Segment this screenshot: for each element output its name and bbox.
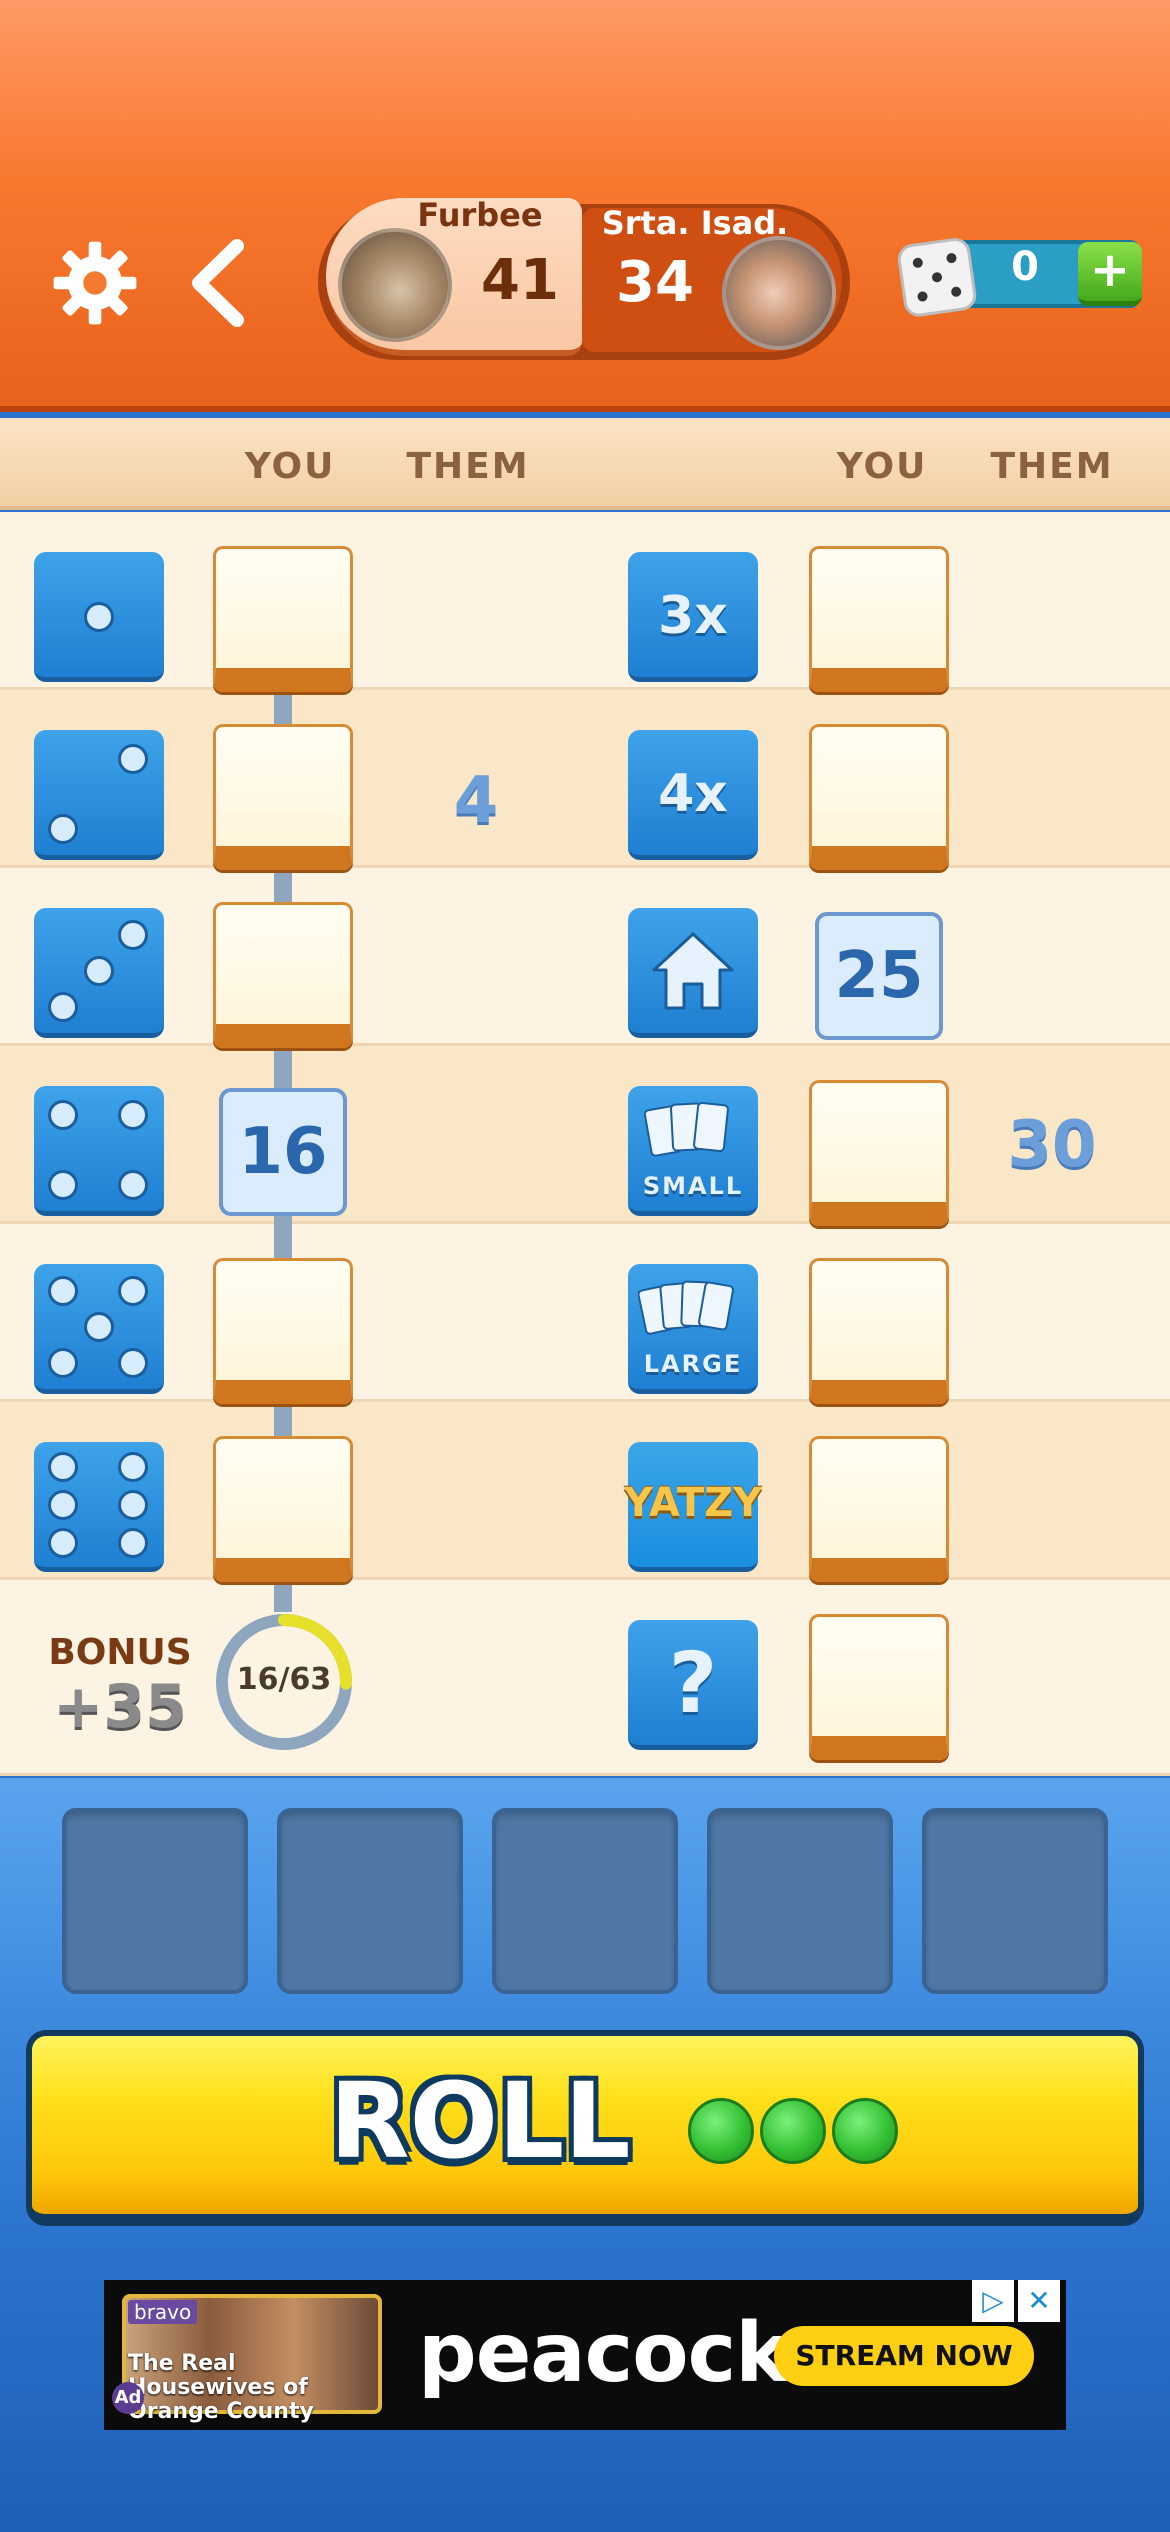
roll-label: ROLL	[329, 2060, 631, 2182]
large-straight-score-slot[interactable]	[809, 1258, 949, 1404]
opponent-score: 34	[616, 250, 694, 315]
col-them-lower: THEM	[990, 446, 1114, 487]
small-straight-opponent-score: 30	[1007, 1108, 1097, 1182]
die-slot[interactable]	[492, 1808, 678, 1994]
ones-category-icon	[34, 552, 164, 682]
roll-remaining-dot	[760, 2098, 826, 2164]
four-of-a-kind-score-slot[interactable]	[809, 724, 949, 870]
ad-cta-button[interactable]: STREAM NOW	[774, 2326, 1034, 2386]
back-chevron-icon[interactable]	[185, 238, 255, 328]
player-score: 41	[481, 248, 559, 313]
chance-score-slot[interactable]	[809, 1614, 949, 1760]
three-of-a-kind-score-slot[interactable]	[809, 546, 949, 692]
player-avatar	[338, 228, 452, 342]
fours-category-icon	[34, 1086, 164, 1216]
opponent-name: Srta. Isad.	[601, 204, 789, 242]
twos-category-icon	[34, 730, 164, 860]
col-you-upper: YOU	[244, 446, 336, 487]
ad-badge: Ad	[112, 2382, 144, 2414]
score-row	[0, 512, 1170, 690]
score-row	[0, 1402, 1170, 1580]
col-you-lower: YOU	[836, 446, 928, 487]
large-straight-icon: LARGE	[628, 1264, 758, 1394]
roll-remaining-dot	[832, 2098, 898, 2164]
ad-logo: peacock	[418, 2306, 790, 2401]
fives-score-slot[interactable]	[213, 1258, 353, 1404]
settings-gear-icon[interactable]	[50, 238, 140, 328]
chance-icon: ?	[628, 1620, 758, 1750]
col-them-upper: THEM	[406, 446, 530, 487]
full-house-score-value: 25	[815, 912, 943, 1040]
fours-score-value: 16	[219, 1088, 347, 1216]
opponent-avatar	[722, 236, 836, 350]
ones-score-slot[interactable]	[213, 546, 353, 692]
bonus-value: +35	[53, 1672, 187, 1742]
die-slot[interactable]	[707, 1808, 893, 1994]
ad-choices-icon[interactable]: ▷	[972, 2280, 1014, 2322]
full-house-icon	[628, 908, 758, 1038]
sixes-score-slot[interactable]	[213, 1436, 353, 1582]
die-slot[interactable]	[277, 1808, 463, 1994]
bonus-progress-text: 16/63	[236, 1662, 332, 1697]
twos-score-slot[interactable]	[213, 724, 353, 870]
threes-score-slot[interactable]	[213, 902, 353, 1048]
add-dice-button[interactable]: +	[1078, 242, 1142, 306]
small-straight-score-slot[interactable]	[809, 1080, 949, 1226]
ad-thumbnail-text: The Real Housewives of Orange County	[128, 2351, 314, 2424]
fives-category-icon	[34, 1264, 164, 1394]
score-row	[0, 1224, 1170, 1402]
die-slot[interactable]	[922, 1808, 1108, 1994]
yatzy-icon: YATZY	[624, 1442, 762, 1572]
score-row	[0, 690, 1170, 868]
dice-count: 0	[1011, 244, 1039, 290]
sixes-category-icon	[34, 1442, 164, 1572]
yatzy-score-slot[interactable]	[809, 1436, 949, 1582]
score-row	[0, 868, 1170, 1046]
three-of-a-kind-icon: 3x	[628, 552, 758, 682]
ad-close-icon[interactable]: ✕	[1018, 2280, 1060, 2322]
player-name: Furbee	[417, 196, 543, 234]
four-of-a-kind-icon: 4x	[628, 730, 758, 860]
white-die-icon	[898, 238, 977, 317]
threes-category-icon	[34, 908, 164, 1038]
bonus-label: BONUS	[48, 1632, 192, 1673]
small-straight-icon: SMALL	[628, 1086, 758, 1216]
roll-remaining-dot	[688, 2098, 754, 2164]
die-slot[interactable]	[62, 1808, 248, 1994]
ad-brand-tag: bravo	[128, 2300, 198, 2324]
twos-opponent-score: 4	[453, 764, 499, 838]
